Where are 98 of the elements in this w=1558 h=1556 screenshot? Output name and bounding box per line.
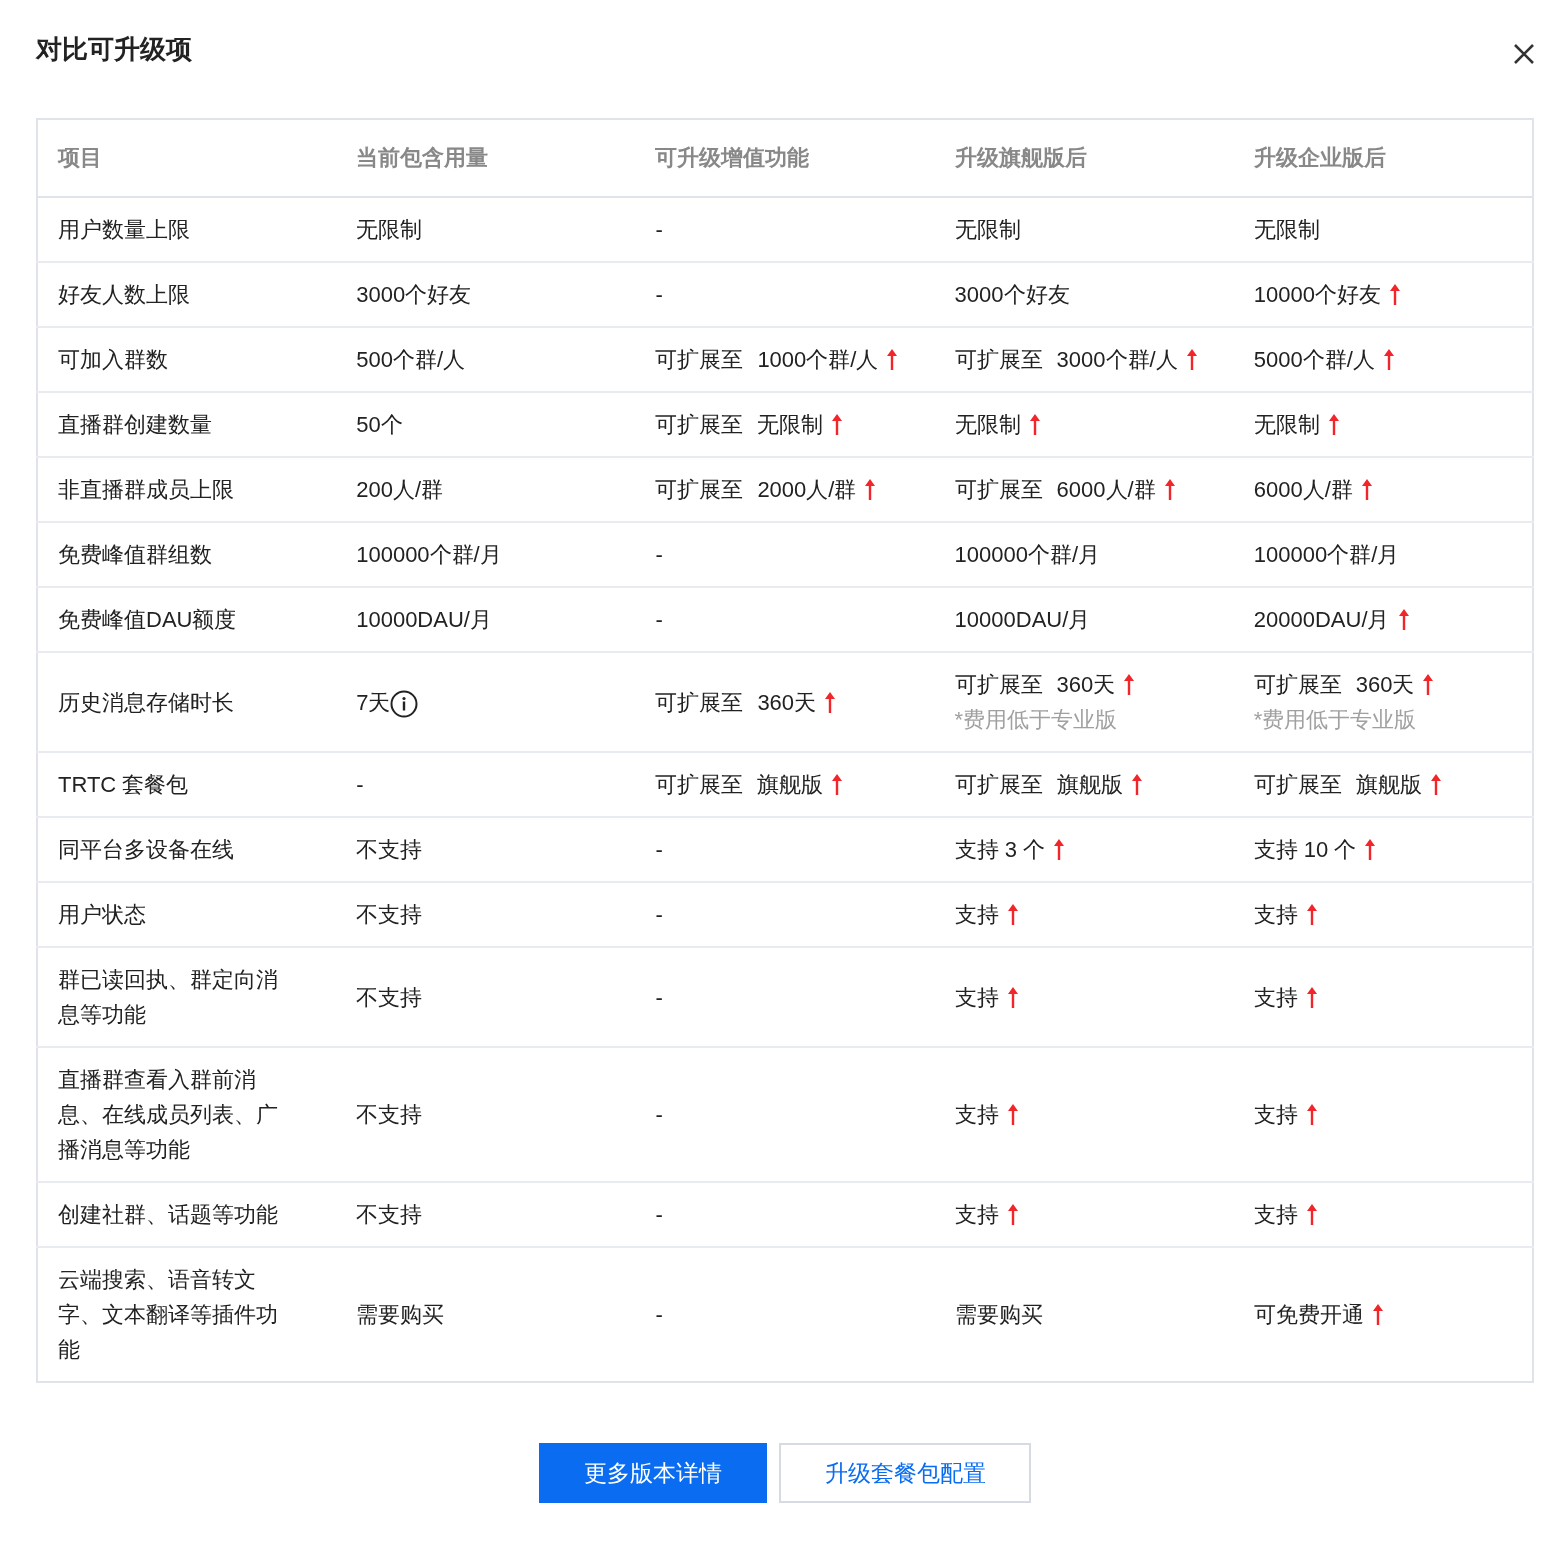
expand-label: 可扩展至 [655, 689, 744, 715]
cell-value: 可免费开通 [1253, 1302, 1364, 1327]
table-cell: 500个群/人 [336, 327, 636, 392]
upgrade-config-button[interactable]: 升级套餐包配置 [779, 1443, 1031, 1503]
row-label: 历史消息存储时长 [37, 652, 337, 752]
table-cell: 无限制 [934, 197, 1234, 262]
table-cell: 3000个好友 [336, 262, 636, 327]
table-cell: 需要购买 [934, 1247, 1234, 1382]
column-header: 升级旗舰版后 [934, 119, 1234, 197]
expand-label: 可扩展至 [655, 412, 744, 437]
cell-value: 无限制 [1253, 412, 1320, 437]
row-label: 群已读回执、群定向消息等功能 [37, 947, 337, 1047]
cell-value: 支持 3 个 [954, 837, 1046, 862]
table-cell: 10000DAU/月 [336, 587, 636, 652]
table-cell: - [635, 817, 935, 882]
expand-label: 可扩展至 [954, 772, 1043, 797]
expand-label: 可扩展至 [954, 477, 1043, 502]
cell-value: 支持 [954, 1202, 999, 1227]
table-cell: 不支持 [336, 947, 636, 1047]
cell-value: 10000个好友 [1253, 282, 1381, 307]
dialog-title: 对比可升级项 [36, 32, 192, 66]
table-cell: 10000DAU/月 [934, 587, 1234, 652]
expand-label: 可扩展至 [1253, 672, 1342, 697]
row-label: 同平台多设备在线 [37, 817, 337, 882]
row-label: 非直播群成员上限 [37, 457, 337, 522]
row-label: 云端搜索、语音转文字、文本翻译等插件功能 [37, 1247, 337, 1382]
expand-label: 可扩展至 [655, 772, 744, 797]
table-cell: 无限制 [1233, 197, 1533, 262]
cell-value: 旗舰版 [757, 772, 824, 797]
table-cell: 无限制 [336, 197, 636, 262]
cell-value: 旗舰版 [1056, 772, 1123, 797]
cell-value: 无限制 [954, 412, 1021, 437]
cell-value: 无限制 [757, 412, 824, 437]
expand-label: 可扩展至 [1253, 772, 1342, 797]
expand-label: 可扩展至 [954, 672, 1043, 697]
table-cell: 50个 [336, 392, 636, 457]
table-cell: 不支持 [336, 882, 636, 947]
column-header: 当前包含用量 [336, 119, 636, 197]
row-label: 可加入群数 [37, 327, 337, 392]
column-header: 可升级增值功能 [635, 119, 935, 197]
table-cell: 200人/群 [336, 457, 636, 522]
close-icon[interactable] [1512, 42, 1536, 66]
row-label: 直播群查看入群前消息、在线成员列表、广播消息等功能 [37, 1047, 337, 1182]
expand-label: 可扩展至 [655, 347, 744, 372]
table-cell: 不支持 [336, 817, 636, 882]
cell-value: 20000DAU/月 [1253, 607, 1390, 632]
expand-label: 可扩展至 [655, 477, 744, 502]
cell-value: 1000个群/人 [757, 347, 879, 372]
table-cell: - [635, 1182, 935, 1247]
table-cell: 100000个群/月 [336, 522, 636, 587]
cell-value: 7天 [356, 689, 391, 715]
cell-note: *费用低于专业版 [1253, 706, 1418, 734]
table-cell: - [635, 882, 935, 947]
table-cell: 3000个好友 [934, 262, 1234, 327]
cell-value: 3000个群/人 [1056, 347, 1178, 372]
column-header: 项目 [37, 119, 337, 197]
row-label: 用户数量上限 [37, 197, 337, 262]
cell-value: 支持 [1253, 902, 1298, 927]
cell-value: 旗舰版 [1355, 772, 1422, 797]
row-label: 免费峰值群组数 [37, 522, 337, 587]
table-cell: 不支持 [336, 1182, 636, 1247]
table-cell: - [635, 197, 935, 262]
cell-value: 支持 [954, 902, 999, 927]
cell-value: 360天 [757, 689, 817, 715]
row-label: 创建社群、话题等功能 [37, 1182, 337, 1247]
row-label: TRTC 套餐包 [37, 752, 337, 817]
cell-value: 2000人/群 [757, 477, 857, 502]
table-cell: - [635, 587, 935, 652]
cell-value: 360天 [1056, 672, 1116, 697]
table-cell: 100000个群/月 [934, 522, 1234, 587]
cell-value: 支持 [1253, 984, 1298, 1010]
cell-value: 360天 [1355, 672, 1415, 697]
cell-value: 支持 10 个 [1253, 837, 1357, 862]
cell-value: 支持 [1253, 1202, 1298, 1227]
row-label: 用户状态 [37, 882, 337, 947]
row-label: 免费峰值DAU额度 [37, 587, 337, 652]
table-cell: 需要购买 [336, 1247, 636, 1382]
table-cell: - [635, 1047, 935, 1182]
table-cell: 100000个群/月 [1233, 522, 1533, 587]
cell-value: 6000人/群 [1253, 477, 1353, 502]
table-cell: - [336, 752, 636, 817]
row-label: 直播群创建数量 [37, 392, 337, 457]
table-cell: 不支持 [336, 1047, 636, 1182]
column-header: 升级企业版后 [1233, 119, 1533, 197]
table-cell: - [635, 1247, 935, 1382]
table-cell: - [635, 522, 935, 587]
cell-value: 支持 [954, 1102, 999, 1127]
cell-note: *费用低于专业版 [954, 706, 1119, 734]
expand-label: 可扩展至 [954, 347, 1043, 372]
cell-value: 6000人/群 [1056, 477, 1156, 502]
info-icon[interactable] [390, 689, 419, 718]
table-cell: - [635, 262, 935, 327]
cell-value: 支持 [1253, 1102, 1298, 1127]
row-label: 好友人数上限 [37, 262, 337, 327]
cell-value: 支持 [954, 984, 999, 1010]
cell-value: 5000个群/人 [1253, 347, 1375, 372]
table-cell: - [635, 947, 935, 1047]
version-details-button[interactable]: 更多版本详情 [539, 1443, 767, 1503]
